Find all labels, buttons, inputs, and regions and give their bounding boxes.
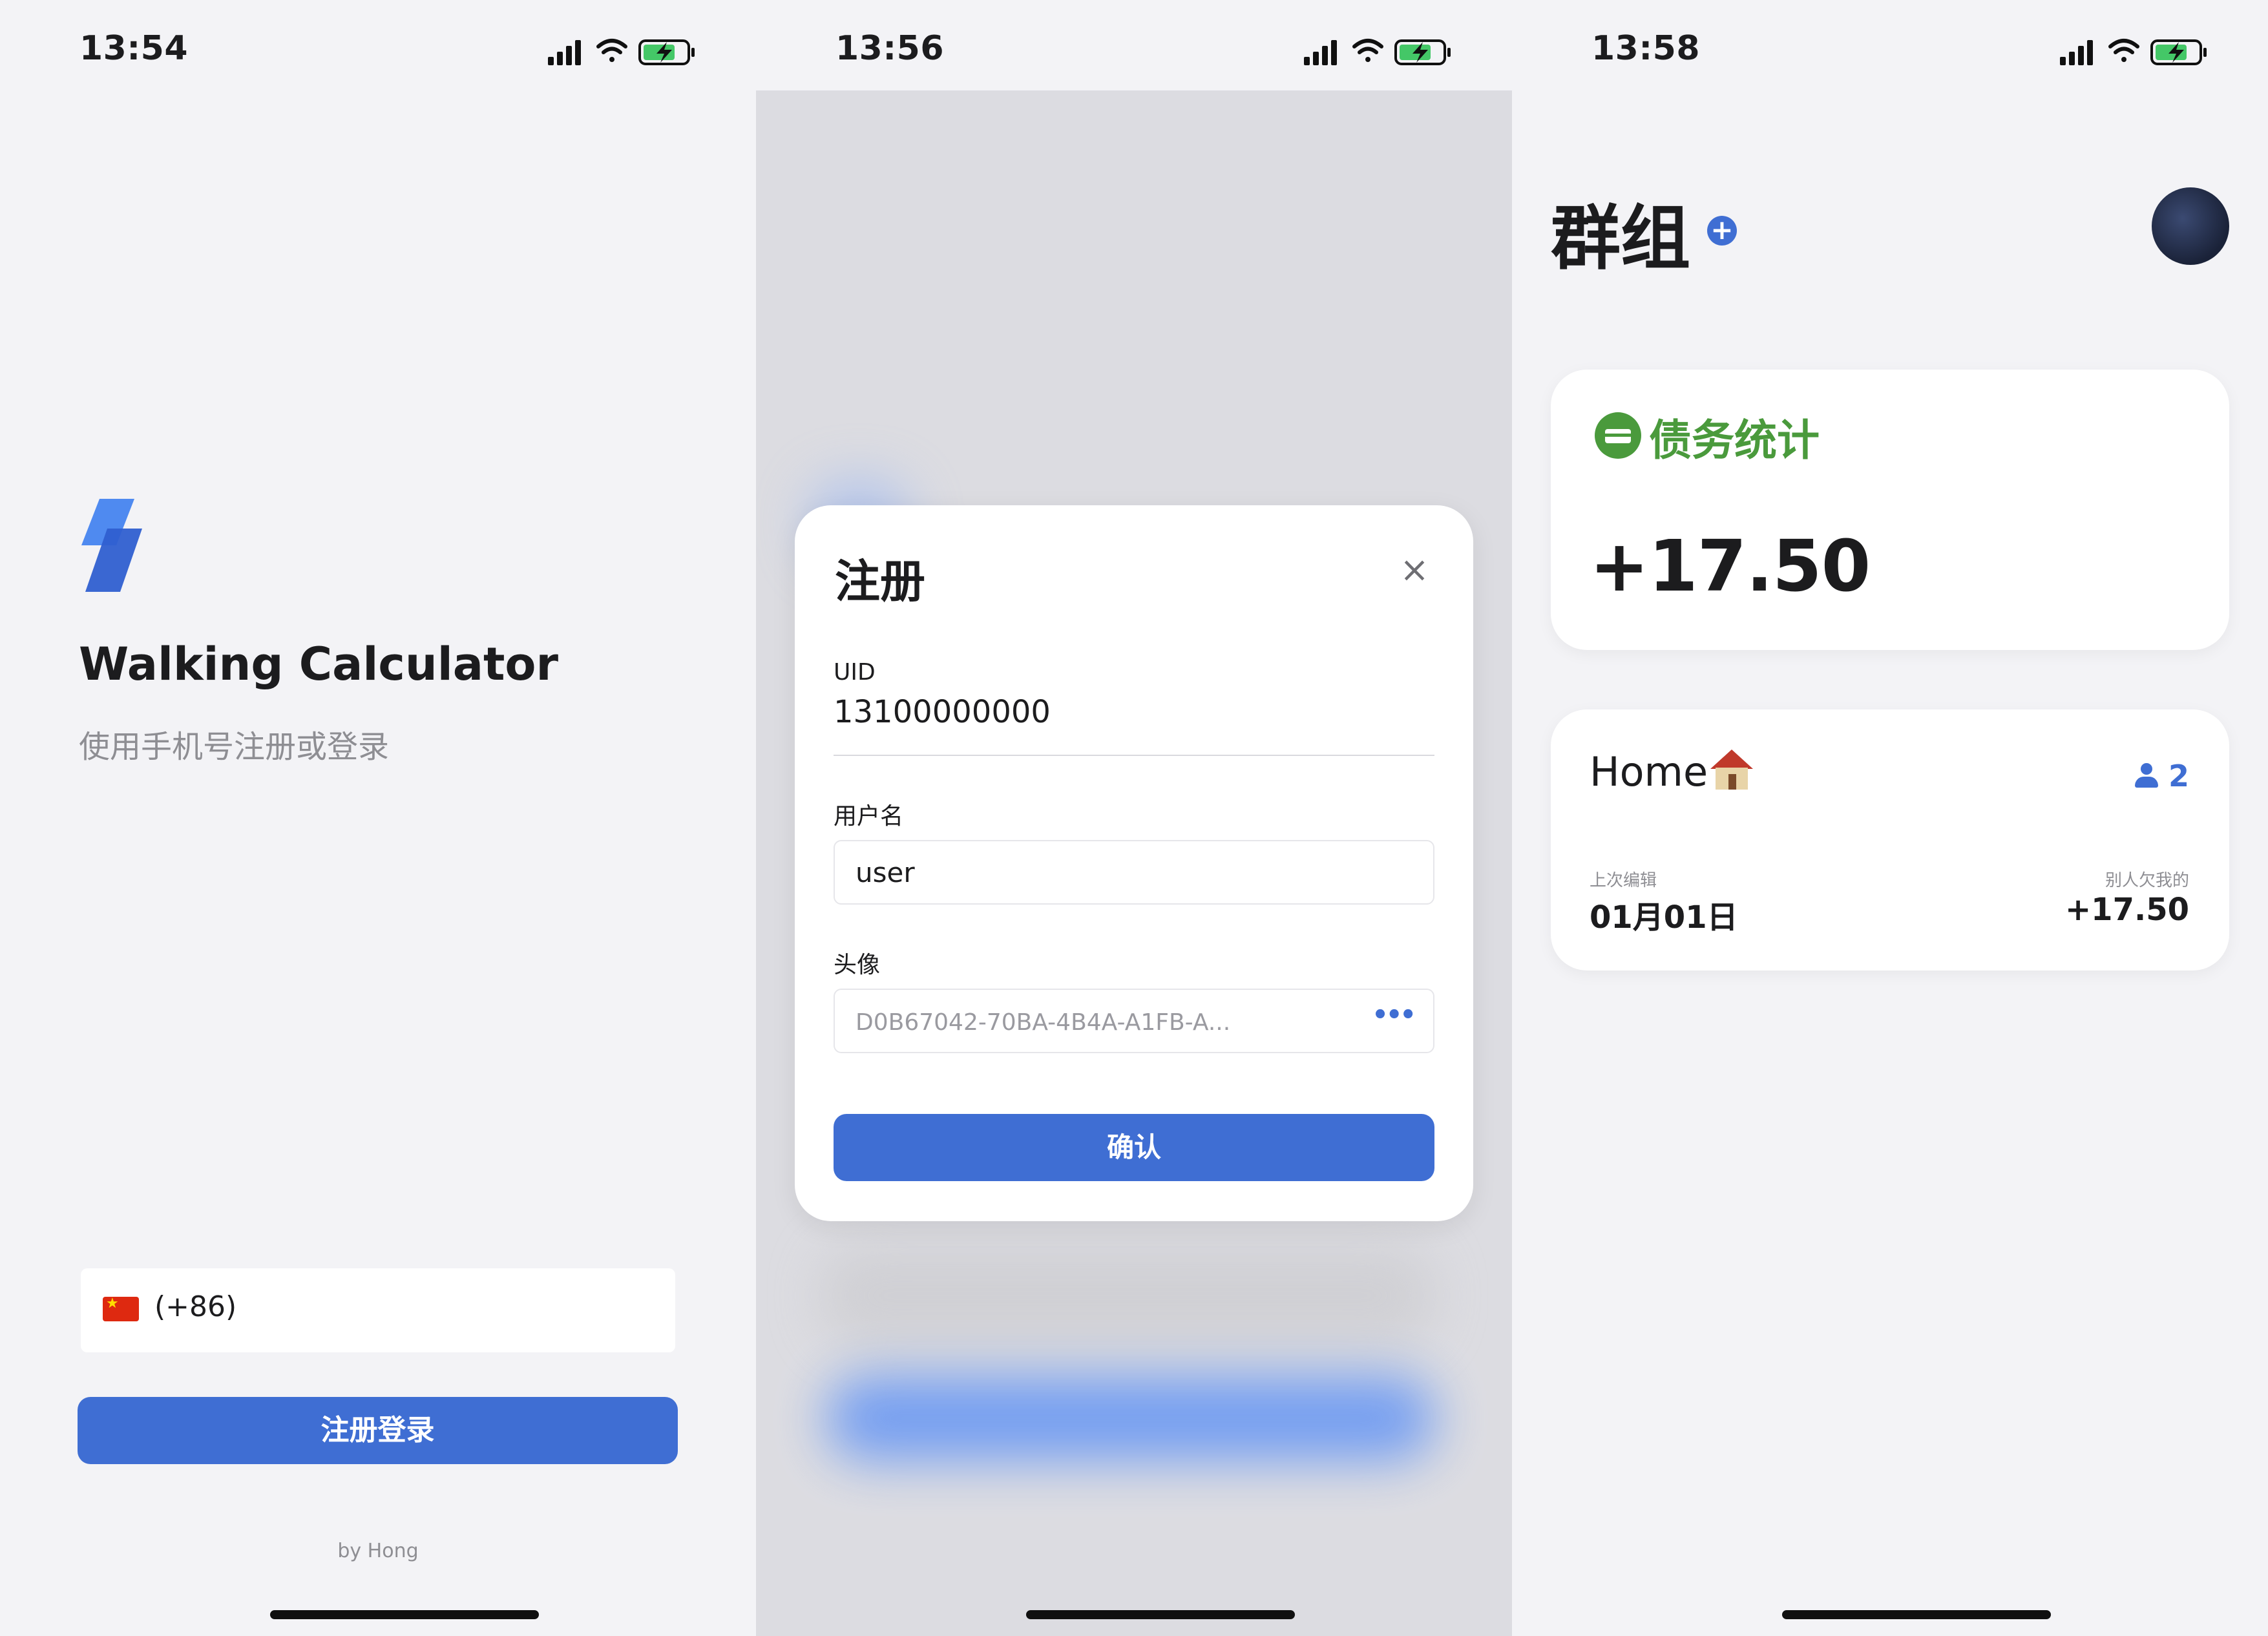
money-icon [1595,412,1641,459]
country-code: (+86) [154,1290,237,1323]
member-count-value: 2 [2168,759,2189,793]
cellular-signal-icon [548,40,581,65]
status-icons [548,39,695,65]
modal-title: 注册 [835,555,925,608]
battery-charging-icon [1394,39,1451,65]
username-label: 用户名 [834,803,904,830]
wifi-icon [1352,39,1383,62]
home-indicator[interactable] [270,1610,539,1619]
status-time: 13:58 [1591,29,1701,68]
last-edit-label: 上次编辑 [1590,871,1657,890]
avatar-id: D0B67042-70BA-4B4A-A1FB-A... [856,1009,1231,1036]
byline: by Hong [337,1540,419,1562]
register-login-button[interactable]: 注册登录 [78,1397,678,1464]
app-logo [81,499,142,592]
battery-charging-icon [638,39,695,65]
username-field[interactable]: user [834,840,1434,905]
status-icons [2060,39,2207,65]
debt-stats-title: 债务统计 [1649,415,1820,465]
plus-circle-icon[interactable]: + [1707,216,1737,246]
debt-stats-card[interactable]: 债务统计 +17.50 [1551,370,2229,650]
avatar[interactable] [2152,187,2229,265]
blurred-phone-field [821,1247,1434,1344]
register-screen: 13:56 注册 × UID 13100000000 用户名 user 头像 D… [756,0,1512,1636]
group-name: Home [1590,748,1708,795]
close-icon[interactable]: × [1398,552,1431,587]
app-title: Walking Calculator [79,638,559,691]
ellipsis-icon[interactable]: ••• [1372,1000,1416,1030]
status-time: 13:56 [835,29,945,68]
avatar-label: 头像 [834,952,881,978]
login-screen: 13:54 Walking Calculator 使用手机号注册或登录 (+8 [0,0,756,1636]
phone-number-field[interactable]: (+86) [81,1268,675,1352]
group-card[interactable]: Home 2 上次编辑 01月01日 别人欠我的 +17.50 [1551,709,2229,970]
battery-charging-icon [2150,39,2207,65]
status-bar: 13:58 [1512,0,2268,97]
page-title: 群组 [1551,198,1691,279]
wifi-icon [596,39,627,62]
uid-value: 13100000000 [834,694,1051,730]
debt-total: +17.50 [1590,525,1871,607]
avatar-field[interactable]: D0B67042-70BA-4B4A-A1FB-A... ••• [834,989,1434,1053]
group-title: Home [1590,748,1754,795]
username-value: user [856,857,915,888]
cellular-signal-icon [2060,40,2093,65]
person-icon [2134,763,2158,789]
confirm-button[interactable]: 确认 [834,1114,1434,1181]
china-flag-icon [103,1297,139,1321]
register-modal: 注册 × UID 13100000000 用户名 user 头像 D0B6704… [795,505,1473,1221]
member-count: 2 [2134,759,2189,795]
home-indicator[interactable] [1026,1610,1295,1619]
home-indicator[interactable] [1782,1610,2051,1619]
owed-amount: +17.50 [2064,892,2189,928]
wifi-icon [2108,39,2139,62]
uid-divider [834,755,1434,756]
status-bar: 13:56 [756,0,1512,97]
uid-label: UID [834,659,876,686]
owed-label: 别人欠我的 [2105,871,2189,890]
status-bar: 13:54 [0,0,756,97]
last-edit-date: 01月01日 [1590,899,1738,936]
blurred-login-button [827,1376,1434,1460]
cellular-signal-icon [1304,40,1337,65]
status-icons [1304,39,1451,65]
login-subtitle: 使用手机号注册或登录 [79,729,390,765]
status-time: 13:54 [79,29,189,68]
groups-screen: 13:58 群组 + 债务统计 +17.50 Home 2 上次编辑 01月01… [1512,0,2268,1636]
house-icon [1710,750,1754,790]
